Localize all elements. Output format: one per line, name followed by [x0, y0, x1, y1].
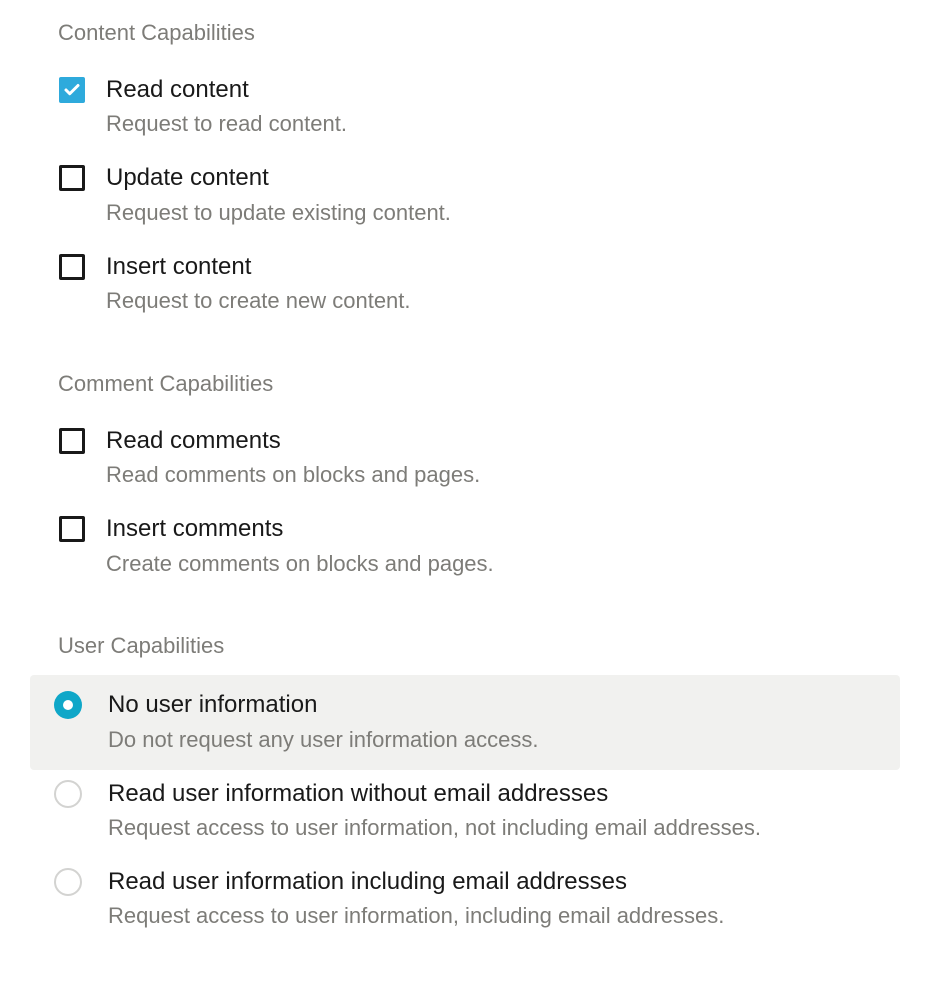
insert-comments-checkbox[interactable]: [58, 515, 86, 543]
read-user-no-email-desc: Request access to user information, not …: [108, 812, 900, 844]
read-content-checkbox[interactable]: [58, 76, 86, 104]
read-user-no-email-text: Read user information without email addr…: [108, 778, 900, 844]
no-user-info-text: No user information Do not request any u…: [108, 689, 900, 755]
insert-comments-desc: Create comments on blocks and pages.: [106, 548, 900, 580]
read-content-option[interactable]: Read content Request to read content.: [30, 68, 900, 156]
read-content-title: Read content: [106, 74, 900, 106]
no-user-info-radio[interactable]: [54, 691, 82, 719]
insert-content-title: Insert content: [106, 251, 900, 283]
read-content-desc: Request to read content.: [106, 108, 900, 140]
read-content-text: Read content Request to read content.: [106, 74, 900, 140]
user-capabilities-section: User Capabilities No user information Do…: [30, 633, 900, 948]
update-content-desc: Request to update existing content.: [106, 197, 900, 229]
read-comments-title: Read comments: [106, 425, 900, 457]
read-comments-option[interactable]: Read comments Read comments on blocks an…: [30, 419, 900, 507]
insert-content-option[interactable]: Insert content Request to create new con…: [30, 245, 900, 333]
no-user-info-desc: Do not request any user information acce…: [108, 724, 900, 756]
update-content-text: Update content Request to update existin…: [106, 162, 900, 228]
insert-content-desc: Request to create new content.: [106, 285, 900, 317]
read-user-with-email-text: Read user information including email ad…: [108, 866, 900, 932]
read-user-no-email-radio[interactable]: [54, 780, 82, 808]
no-user-info-title: No user information: [108, 689, 900, 721]
update-content-title: Update content: [106, 162, 900, 194]
comment-capabilities-header: Comment Capabilities: [30, 371, 900, 397]
read-comments-text: Read comments Read comments on blocks an…: [106, 425, 900, 491]
insert-comments-title: Insert comments: [106, 513, 900, 545]
read-comments-desc: Read comments on blocks and pages.: [106, 459, 900, 491]
read-comments-checkbox[interactable]: [58, 427, 86, 455]
insert-comments-text: Insert comments Create comments on block…: [106, 513, 900, 579]
check-icon: [63, 81, 81, 99]
user-capabilities-header: User Capabilities: [30, 633, 900, 659]
read-user-no-email-title: Read user information without email addr…: [108, 778, 900, 810]
comment-capabilities-section: Comment Capabilities Read comments Read …: [30, 371, 900, 596]
update-content-option[interactable]: Update content Request to update existin…: [30, 156, 900, 244]
insert-content-checkbox[interactable]: [58, 253, 86, 281]
content-capabilities-section: Content Capabilities Read content Reques…: [30, 20, 900, 333]
read-user-no-email-option[interactable]: Read user information without email addr…: [30, 772, 900, 860]
insert-content-text: Insert content Request to create new con…: [106, 251, 900, 317]
read-user-with-email-radio[interactable]: [54, 868, 82, 896]
insert-comments-option[interactable]: Insert comments Create comments on block…: [30, 507, 900, 595]
read-user-with-email-option[interactable]: Read user information including email ad…: [30, 860, 900, 948]
read-user-with-email-title: Read user information including email ad…: [108, 866, 900, 898]
update-content-checkbox[interactable]: [58, 164, 86, 192]
read-user-with-email-desc: Request access to user information, incl…: [108, 900, 900, 932]
no-user-info-option[interactable]: No user information Do not request any u…: [30, 675, 900, 769]
content-capabilities-header: Content Capabilities: [30, 20, 900, 46]
